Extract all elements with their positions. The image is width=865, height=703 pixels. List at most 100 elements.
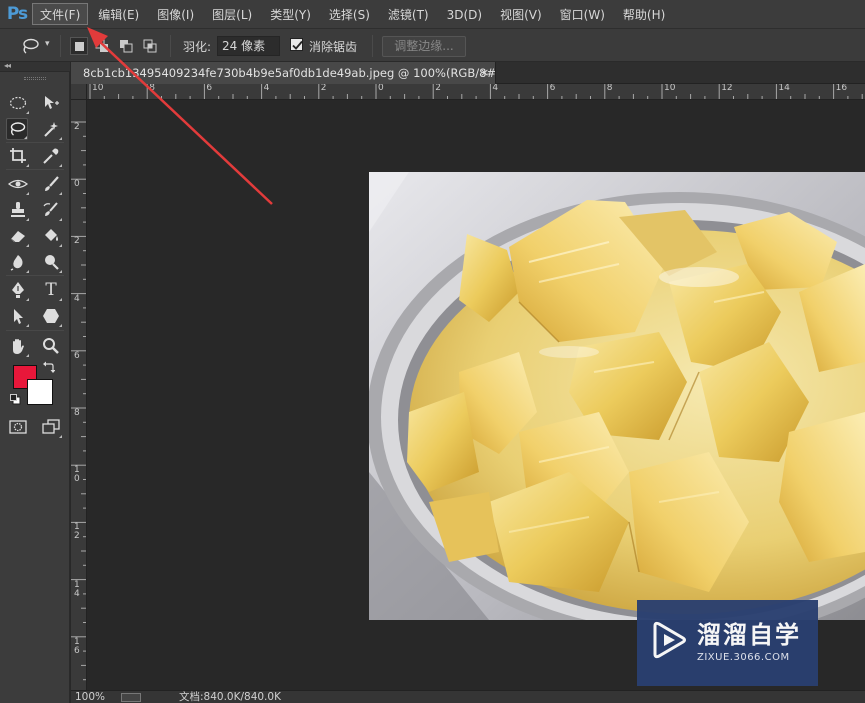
pen-icon[interactable] [7,279,29,301]
document-area: 8cb1cb13495409234fe730b4b9e5af0db1de49ab… [71,62,865,703]
tool-preset-caret-icon[interactable]: ▾ [45,39,50,49]
menu-3d[interactable]: 3D(D) [439,3,490,25]
separator [372,35,373,57]
vertical-ruler[interactable]: 2 0 2 4 6 8 10 12 14 16 [71,100,87,690]
lasso-icon[interactable] [6,118,28,140]
add-to-selection-button[interactable] [93,37,111,55]
ruler-origin[interactable] [71,84,87,100]
tools-panel: ◂◂ T [0,61,70,703]
ruler-label: 0 [74,179,80,190]
eyedropper-icon[interactable] [40,145,62,167]
background-color-swatch[interactable] [27,379,53,405]
menu-view[interactable]: 视图(V) [492,3,550,25]
subtract-from-selection-button[interactable] [117,37,135,55]
type-icon[interactable]: T [40,279,62,301]
ruler-label: 2 [320,84,327,93]
feather-input[interactable]: 24 像素 [217,36,280,56]
status-bar: 100% 文档:840.0K/840.0K [71,690,865,703]
ruler-label: 14 [778,84,790,93]
quick-mask-icon[interactable] [7,416,29,438]
menu-select[interactable]: 选择(S) [321,3,378,25]
ruler-label: 16 [74,636,80,656]
ruler-label: 14 [74,579,80,599]
menu-edit[interactable]: 编辑(E) [90,3,147,25]
collapse-icon[interactable]: ◂◂ [4,61,11,70]
document-image[interactable] [369,172,865,620]
ruler-label: 0 [378,84,384,93]
ruler-label: 4 [492,84,499,93]
spot-healing-icon[interactable] [7,173,29,195]
magic-wand-icon[interactable] [40,118,62,140]
ruler-label: 4 [263,84,270,93]
ruler-label: 10 [74,465,80,485]
status-menu-icon[interactable] [121,693,141,702]
pineapple-bowl-photo [369,172,865,620]
zoom-icon[interactable] [40,335,62,357]
watermark: 溜溜自学 ZIXUE.3066.COM [637,600,818,686]
horizontal-ruler[interactable]: 10 8 6 4 2 0 2 4 6 8 10 12 14 16 [87,84,865,100]
eraser-icon[interactable] [7,225,29,247]
separator [6,275,64,276]
move-icon[interactable] [40,92,62,114]
ruler-label: 16 [835,84,848,93]
separator [6,330,64,331]
tools-header: ◂◂ [0,61,70,72]
watermark-url: ZIXUE.3066.COM [697,652,790,663]
ruler-label: 2 [435,84,441,93]
menu-window[interactable]: 窗口(W) [552,3,613,25]
ruler-label: 4 [74,293,80,304]
marquee-icon[interactable] [7,92,29,114]
crop-icon[interactable] [7,145,29,167]
options-bar: ▾ 羽化: 24 像素 消除锯齿 调整边缘... [0,28,865,62]
ruler-label: 6 [74,350,80,361]
ruler-label: 6 [549,84,556,93]
intersect-selection-button[interactable] [141,37,159,55]
close-icon[interactable]: × [480,62,489,84]
path-selection-icon[interactable] [7,305,29,327]
default-colors-icon[interactable] [10,394,21,405]
antialias-label: 消除锯齿 [309,40,358,54]
zoom-level[interactable]: 100% [75,691,105,703]
separator [6,142,64,143]
ruler-label: 8 [74,408,80,418]
lasso-icon[interactable] [20,37,40,55]
hand-icon[interactable] [7,335,29,357]
screen-mode-icon[interactable] [40,416,62,438]
panel-grip[interactable] [24,77,46,80]
antialias-checkbox[interactable] [290,38,303,51]
ruler-label: 6 [206,84,213,93]
dodge-icon[interactable] [40,251,62,273]
separator [170,35,171,57]
refine-edge-button[interactable]: 调整边缘... [382,36,466,57]
document-tab[interactable]: 8cb1cb13495409234fe730b4b9e5af0db1de49ab… [71,62,496,84]
ruler-label: 12 [721,84,733,93]
new-selection-button[interactable] [70,37,88,55]
ruler-label: 10 [664,84,676,93]
menu-type[interactable]: 类型(Y) [262,3,319,25]
blur-icon[interactable] [7,251,29,273]
menu-file[interactable]: 文件(F) [32,3,89,25]
ruler-label: 10 [92,84,104,93]
app-logo: Ps [6,4,28,24]
ruler-label: 2 [74,122,80,132]
type-glyph: T [45,280,57,300]
document-info[interactable]: 文档:840.0K/840.0K [179,691,281,703]
menu-filter[interactable]: 滤镜(T) [380,3,437,25]
brush-icon[interactable] [40,173,62,195]
separator [6,169,64,170]
play-logo-icon [653,621,686,659]
shape-icon[interactable] [40,305,62,327]
clone-stamp-icon[interactable] [7,199,29,221]
history-brush-icon[interactable] [40,199,62,221]
menu-bar: Ps 文件(F) 编辑(E) 图像(I) 图层(L) 类型(Y) 选择(S) 滤… [0,0,865,28]
ruler-label: 2 [74,236,80,247]
paint-bucket-icon[interactable] [40,225,62,247]
menu-image[interactable]: 图像(I) [149,3,202,25]
ruler-label: 8 [606,84,613,93]
ruler-label: 12 [74,522,80,542]
swap-colors-icon[interactable] [43,361,55,373]
menu-help[interactable]: 帮助(H) [615,3,673,25]
menu-layer[interactable]: 图层(L) [204,3,260,25]
document-tab-strip: 8cb1cb13495409234fe730b4b9e5af0db1de49ab… [71,62,865,84]
feather-label: 羽化: [183,40,212,54]
